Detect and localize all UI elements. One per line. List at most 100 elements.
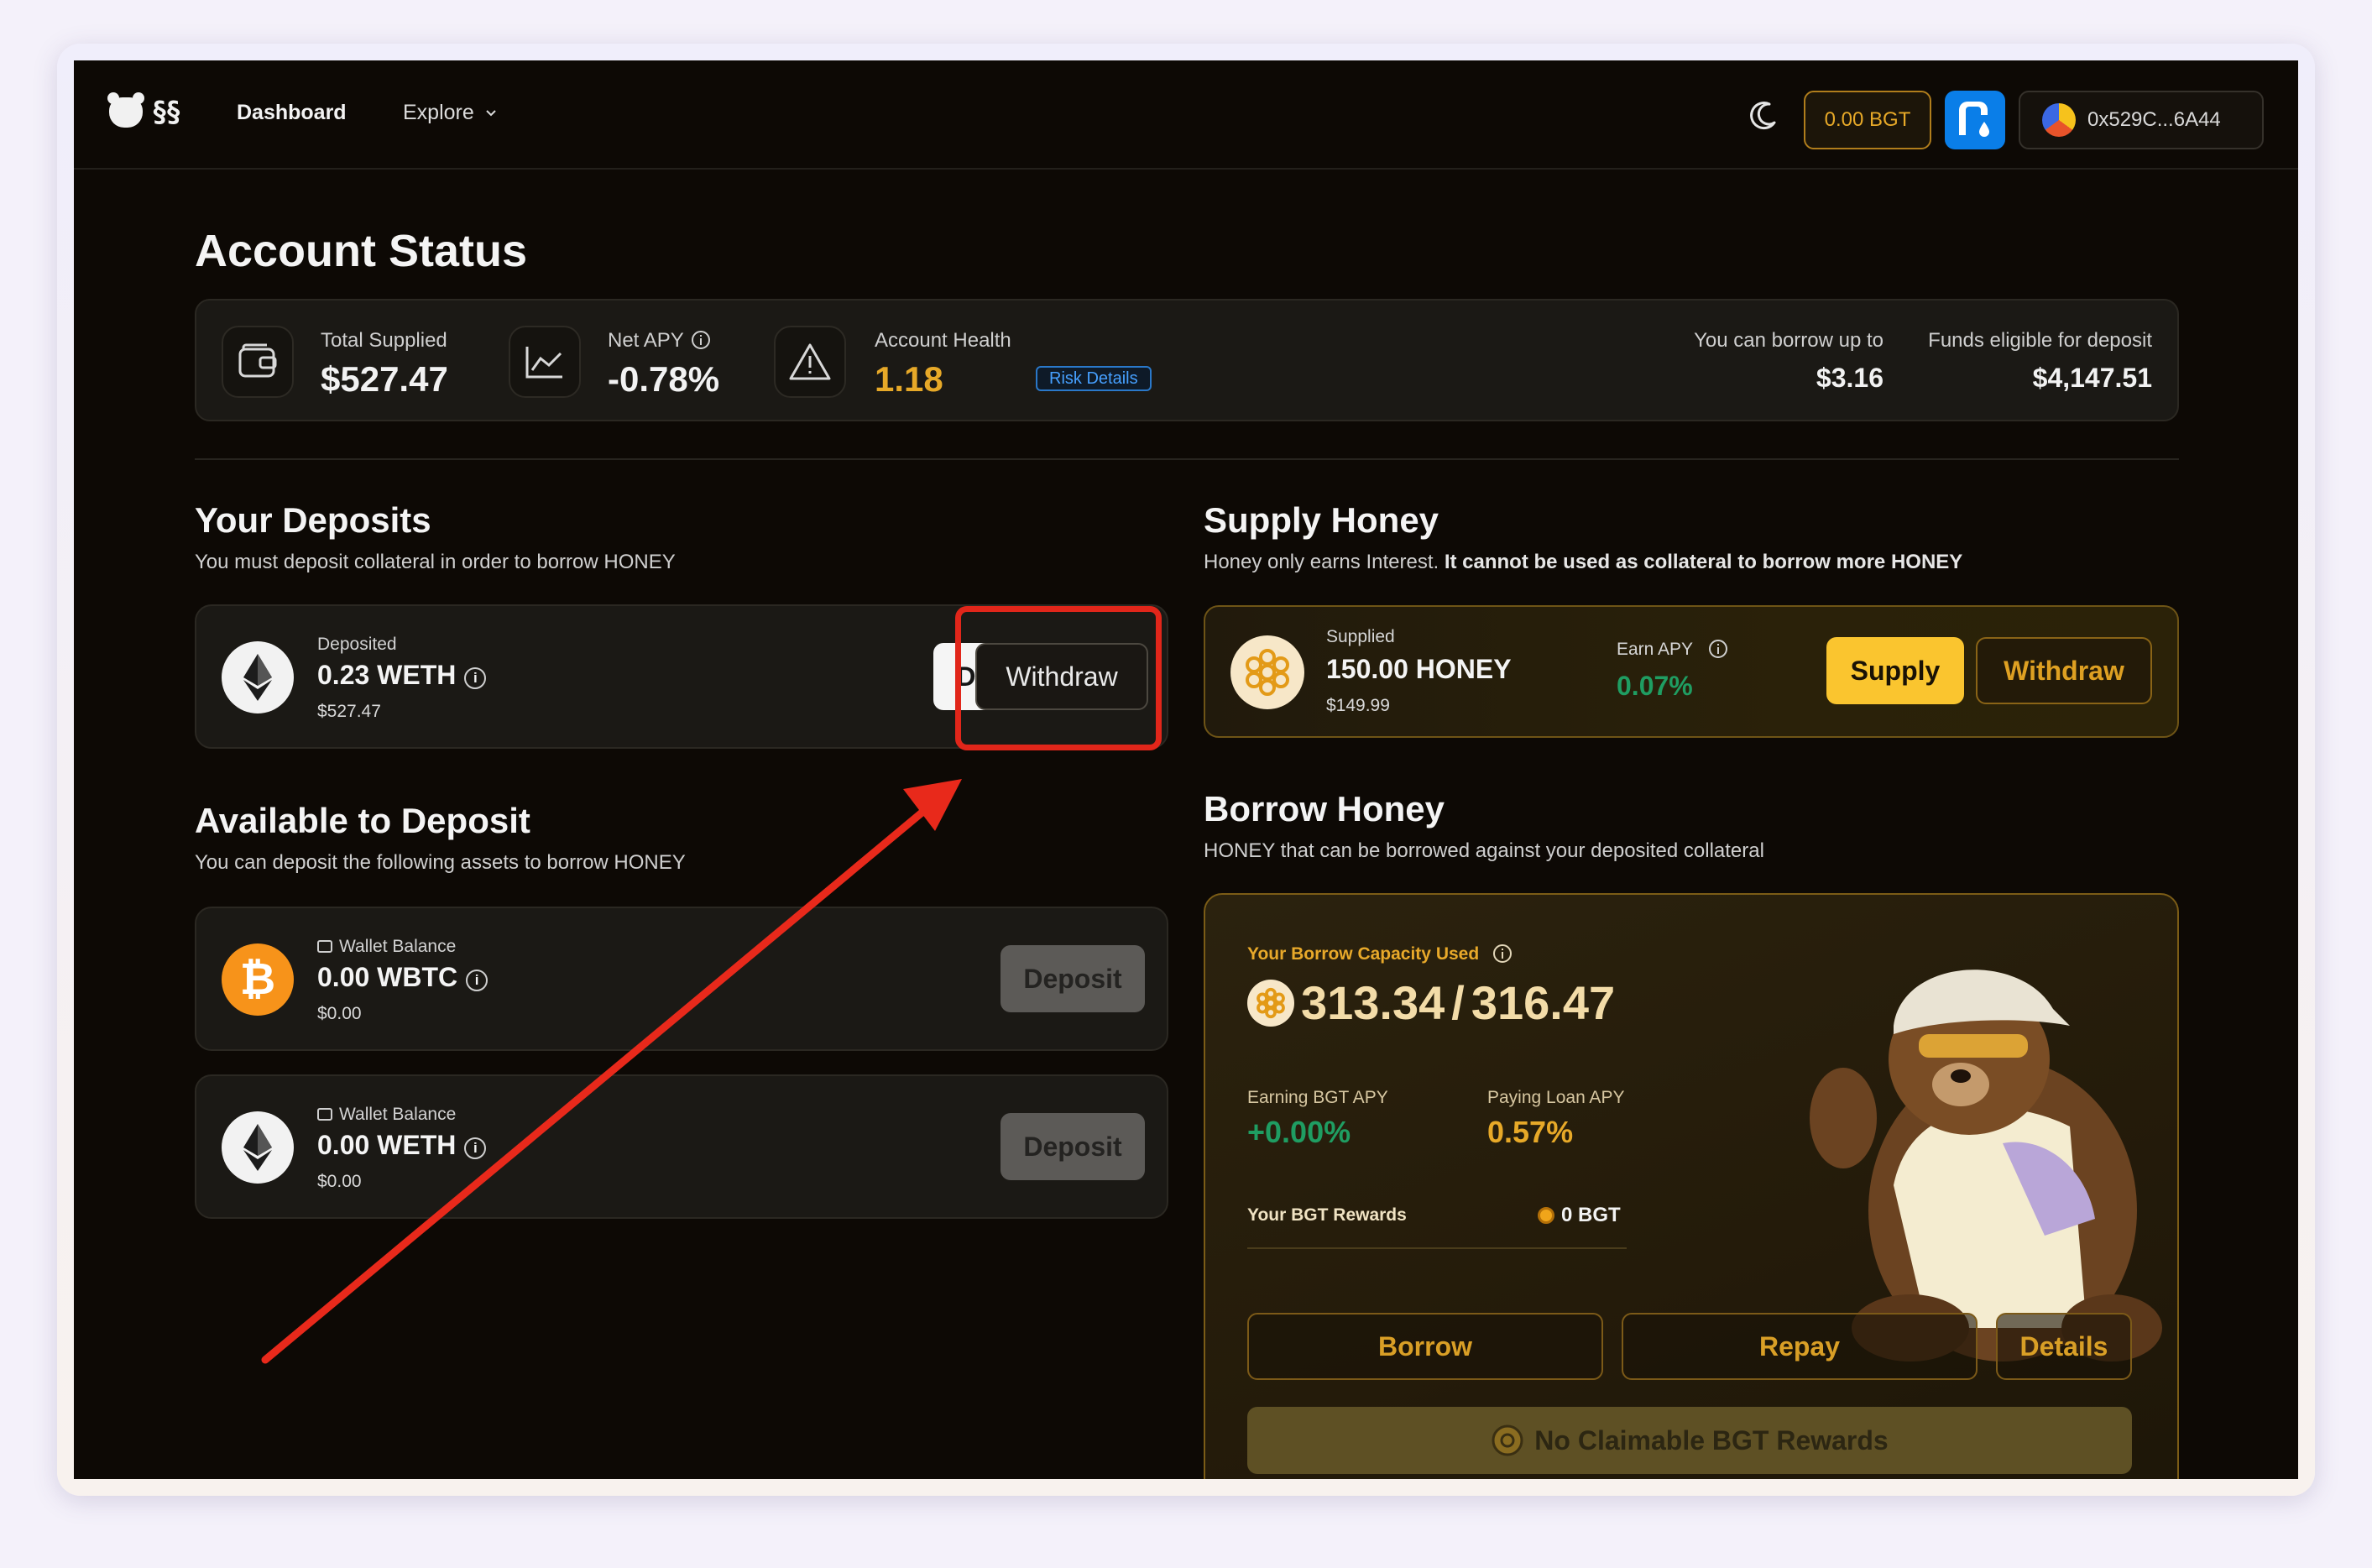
wallet-balance-amount: 0.00 WETH i [317,1130,487,1161]
supplied-label: Supplied [1326,627,1395,646]
wallet-balance-label-text: Wallet Balance [339,937,457,956]
eth-icon [222,641,294,713]
app-root: §§ Dashboard Explore 0.00 BGT 0x529C...6… [74,60,2298,1479]
risk-details-link[interactable]: Risk Details [1036,366,1152,391]
app-logo[interactable]: §§ [107,92,182,129]
deposit-weth-button[interactable]: Deposit [1001,1113,1145,1180]
info-icon[interactable] [691,330,711,350]
earning-bgt-apy-label: Earning BGT APY [1247,1088,1388,1107]
deposits-title: Your Deposits [195,500,431,540]
earn-apy-label-text: Earn APY [1617,640,1693,659]
nav-explore-label: Explore [403,101,474,124]
claim-bgt-rewards-label: No Claimable BGT Rewards [1534,1424,1889,1456]
available-subtitle: You can deposit the following assets to … [195,851,686,874]
wallet-button[interactable]: 0x529C...6A44 [2019,91,2264,149]
funds-eligible-value: $4,147.51 [2032,363,2152,393]
nav-explore[interactable]: Explore [403,101,497,125]
moon-icon[interactable] [1746,97,1781,133]
chain-logo-icon: §§ [151,96,182,129]
available-title: Available to Deposit [195,801,530,840]
account-health-label: Account Health [875,329,1011,352]
wallet-balance-amount-text: 0.00 WETH [317,1130,457,1160]
total-supplied-label: Total Supplied [321,329,447,352]
deposits-subtitle: You must deposit collateral in order to … [195,551,676,573]
bgt-coin-icon [1538,1207,1554,1224]
supplied-usd: $149.99 [1326,696,1390,715]
chart-line-icon [509,326,581,398]
eth-icon [222,1111,294,1184]
borrow-capacity-value: 313.34 / 316.47 [1247,975,1615,1030]
withdraw-honey-button[interactable]: Withdraw [1976,637,2152,704]
total-supplied-value: $527.47 [321,359,448,399]
deposited-usd: $527.47 [317,702,381,721]
claim-bgt-rewards-button[interactable]: No Claimable BGT Rewards [1247,1407,2132,1474]
section-divider [195,458,2179,460]
borrow-capacity-label-text: Your Borrow Capacity Used [1247,944,1480,964]
top-nav: §§ Dashboard Explore 0.00 BGT 0x529C...6… [74,60,2298,170]
borrow-capacity-separator: / [1451,976,1465,1029]
annotation-highlight-box [955,606,1162,750]
bgt-rewards-value-text: 0 BGT [1561,1204,1621,1226]
bgt-rewards-label: Your BGT Rewards [1247,1205,1407,1225]
wallet-address: 0x529C...6A44 [2087,108,2221,131]
borrow-divider [1247,1247,1627,1249]
bear-illustration [1810,970,2162,1362]
borrow-subtitle: HONEY that can be borrowed against your … [1204,839,1764,862]
wallet-balance-label: Wallet Balance [317,1105,456,1125]
net-apy-label: Net APY [608,329,711,353]
repay-button[interactable]: Repay [1622,1313,1978,1380]
chevron-down-icon [486,110,496,117]
wallet-icon [222,326,294,398]
wallet-balance-label-text: Wallet Balance [339,1105,457,1124]
info-icon[interactable] [1708,639,1728,659]
wallet-avatar [2042,103,2076,137]
account-status-card: Total Supplied $527.47 Net APY -0.78% Ac… [195,299,2179,421]
supply-title: Supply Honey [1204,500,1439,540]
wallet-balance-amount-text: 0.00 WBTC [317,962,458,992]
faucet-button[interactable] [1945,91,2005,149]
bgt-rewards-value: 0 BGT [1538,1204,1621,1227]
wallet-balance-label: Wallet Balance [317,937,456,957]
wallet-icon [317,1108,332,1121]
wallet-balance-usd: $0.00 [317,1004,362,1023]
earn-apy-label: Earn APY [1617,639,1728,660]
borrow-up-to-label: You can borrow up to [1694,329,1883,352]
available-item-weth: Wallet Balance 0.00 WETH i $0.00 Deposit [195,1074,1168,1219]
info-icon[interactable] [1492,943,1513,964]
account-health-value: 1.18 [875,359,943,399]
borrow-capacity-total: 316.47 [1471,976,1616,1029]
borrow-up-to-value: $3.16 [1816,363,1883,393]
warning-icon [774,326,846,398]
borrow-honey-card: Your Borrow Capacity Used 313.34 / 316.4… [1204,893,2179,1479]
borrow-capacity-label: Your Borrow Capacity Used [1247,943,1513,964]
wallet-balance-amount: 0.00 WBTC i [317,962,489,993]
funds-eligible-label: Funds eligible for deposit [1928,329,2152,352]
net-apy-label-text: Net APY [608,329,684,352]
wallet-icon [317,940,332,953]
available-item-wbtc: ₿ Wallet Balance 0.00 WBTC i $0.00 Deposi… [195,907,1168,1051]
deposited-label: Deposited [317,635,397,654]
bitcoin-icon: ₿ [222,943,294,1016]
deposited-amount: 0.23 WETH i [317,660,487,691]
deposit-wbtc-button[interactable]: Deposit [1001,945,1145,1012]
borrow-button[interactable]: Borrow [1247,1313,1603,1380]
supply-button[interactable]: Supply [1826,637,1964,704]
earning-bgt-apy-value: +0.00% [1247,1115,1351,1149]
bear-logo-icon [107,92,144,128]
earn-apy-value: 0.07% [1617,671,1693,701]
borrow-capacity-used: 313.34 [1301,976,1445,1029]
info-icon[interactable]: i [464,1137,487,1159]
bgt-coin-icon [1492,1424,1523,1456]
page-title: Account Status [195,226,528,276]
bgt-balance-button[interactable]: 0.00 BGT [1804,91,1931,149]
info-icon[interactable]: i [466,970,489,991]
nav-dashboard[interactable]: Dashboard [237,101,347,125]
supply-subtitle-bold: It cannot be used as collateral to borro… [1444,551,1963,573]
net-apy-value: -0.78% [608,359,720,399]
honey-icon [1247,979,1294,1027]
supply-subtitle: Honey only earns Interest. It cannot be … [1204,551,1962,574]
borrow-title: Borrow Honey [1204,789,1445,828]
details-button[interactable]: Details [1996,1313,2132,1380]
deposited-amount-text: 0.23 WETH [317,660,457,690]
info-icon[interactable]: i [464,667,487,689]
